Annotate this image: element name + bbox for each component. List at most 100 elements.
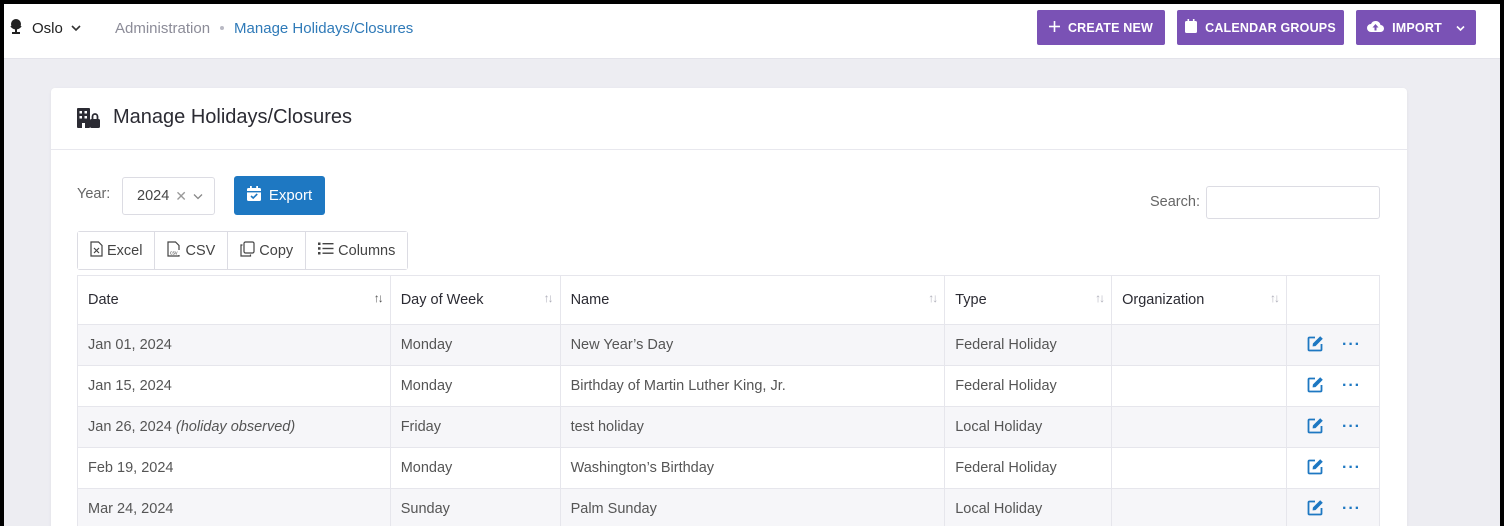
year-value: 2024 (137, 188, 170, 204)
create-new-label: CREATE NEW (1067, 20, 1154, 35)
breadcrumb-administration[interactable]: Administration (115, 20, 210, 37)
cell-type: Federal Holiday (944, 365, 1113, 407)
more-horizontal-icon[interactable]: ··· (1342, 377, 1361, 395)
table-header-row: Date ↑↓ Day of Week ↑↓ Name ↑↓ Type ↑↓ Organ… (77, 275, 1380, 325)
column-header-organization[interactable]: Organization ↑↓ (1111, 275, 1287, 325)
table-toolbar: Excel csv CSV Copy Columns (77, 231, 409, 270)
csv-button[interactable]: csv CSV (155, 232, 229, 269)
edit-icon[interactable] (1307, 417, 1324, 438)
chevron-down-icon (1456, 21, 1465, 35)
date-note: (holiday observed) (175, 419, 296, 435)
date-text: Jan 26, 2024 (88, 419, 172, 435)
column-header-label: Date (88, 292, 119, 308)
chevron-down-icon (71, 19, 81, 37)
edit-icon[interactable] (1307, 499, 1324, 520)
cell-actions: ··· (1286, 365, 1380, 407)
breadcrumb-current[interactable]: Manage Holidays/Closures (234, 20, 413, 37)
cell-organization (1111, 406, 1287, 448)
more-horizontal-icon[interactable]: ··· (1342, 336, 1361, 354)
sort-icon: ↑↓ (373, 291, 384, 305)
cell-day: Monday (389, 324, 561, 366)
sort-icon: ↑↓ (928, 291, 938, 305)
export-label: Export (268, 187, 313, 204)
csv-label: CSV (185, 242, 216, 259)
column-header-label: Organization (1122, 292, 1205, 308)
column-header-name[interactable]: Name ↑↓ (559, 275, 946, 325)
sort-icon: ↑↓ (1270, 291, 1280, 305)
date-text: Jan 01, 2024 (88, 337, 172, 353)
sort-icon: ↑↓ (543, 291, 554, 305)
cell-type: Local Holiday (944, 488, 1113, 526)
excel-button[interactable]: Excel (78, 232, 156, 269)
cell-name: Washington’s Birthday (559, 447, 946, 489)
excel-label: Excel (107, 242, 143, 259)
globe-stand-icon (8, 17, 24, 40)
column-header-label: Type (955, 292, 987, 308)
export-button[interactable]: Export (234, 176, 325, 215)
create-new-button[interactable]: CREATE NEW (1037, 10, 1165, 45)
column-header-label: Name (570, 292, 610, 308)
more-horizontal-icon[interactable]: ··· (1342, 418, 1361, 436)
cell-date: Jan 15, 2024 (77, 365, 391, 407)
more-horizontal-icon[interactable]: ··· (1342, 459, 1361, 477)
cell-actions: ··· (1286, 447, 1380, 489)
cell-actions: ··· (1286, 406, 1380, 448)
calendar-groups-button[interactable]: CALENDAR GROUPS (1177, 10, 1344, 45)
cell-name: Palm Sunday (559, 488, 946, 526)
column-header-type[interactable]: Type ↑↓ (944, 275, 1113, 325)
import-button[interactable]: IMPORT (1356, 10, 1476, 45)
table-row[interactable]: Mar 24, 2024 Sunday Palm Sunday Local Holid… (77, 488, 1380, 526)
edit-icon[interactable] (1307, 376, 1324, 397)
copy-button[interactable]: Copy (228, 232, 307, 269)
calendar-groups-label: CALENDAR GROUPS (1205, 20, 1336, 35)
edit-icon[interactable] (1307, 458, 1324, 479)
file-csv-icon: csv (167, 240, 181, 261)
file-excel-icon (90, 240, 103, 261)
edit-icon[interactable] (1307, 335, 1324, 356)
column-header-day[interactable]: Day of Week ↑↓ (389, 275, 561, 325)
cell-date: Jan 26, 2024 (holiday observed) (77, 406, 391, 448)
cloud-upload-icon (1367, 20, 1385, 35)
date-text: Feb 19, 2024 (88, 460, 174, 476)
building-lock-icon (77, 108, 100, 133)
table-row[interactable]: Jan 15, 2024 Monday Birthday of Martin Lut… (77, 365, 1380, 407)
org-name: Oslo (32, 19, 63, 37)
cell-type: Federal Holiday (944, 447, 1113, 489)
cell-day: Monday (389, 447, 561, 489)
cell-type: Local Holiday (944, 406, 1113, 448)
cell-date: Jan 01, 2024 (77, 324, 391, 366)
year-select[interactable]: 2024 ✕ (122, 177, 215, 215)
search-input[interactable] (1206, 186, 1380, 219)
cell-name: Birthday of Martin Luther King, Jr. (559, 365, 946, 407)
holidays-table: Date ↑↓ Day of Week ↑↓ Name ↑↓ Type ↑↓ Organ… (77, 275, 1380, 526)
cell-date: Mar 24, 2024 (77, 488, 391, 526)
cell-day: Sunday (389, 488, 561, 526)
date-text: Jan 15, 2024 (88, 378, 172, 394)
cell-name: test holiday (559, 406, 946, 448)
card-header: Manage Holidays/Closures (51, 88, 1407, 150)
table-body: Jan 01, 2024 Monday New Year’s Day Federal … (77, 324, 1380, 526)
columns-label: Columns (338, 242, 396, 259)
org-switcher[interactable]: Oslo (8, 18, 81, 38)
sort-icon: ↑↓ (1095, 291, 1105, 305)
column-header-date[interactable]: Date ↑↓ (77, 275, 391, 325)
columns-button[interactable]: Columns (306, 232, 408, 269)
more-horizontal-icon[interactable]: ··· (1342, 500, 1361, 518)
date-text: Mar 24, 2024 (88, 501, 174, 517)
cell-organization (1111, 365, 1287, 407)
cell-organization (1111, 488, 1287, 526)
table-row[interactable]: Feb 19, 2024 Monday Washington’s Birthday F… (77, 447, 1380, 489)
app-frame: Oslo Administration Manage Holidays/Clos… (4, 4, 1500, 526)
clear-icon[interactable]: ✕ (175, 188, 187, 205)
cell-day: Monday (389, 365, 561, 407)
table-row[interactable]: Jan 26, 2024 (holiday observed) Friday tes… (77, 406, 1380, 448)
table-row[interactable]: Jan 01, 2024 Monday New Year’s Day Federal … (77, 324, 1380, 366)
cell-actions: ··· (1286, 324, 1380, 366)
year-label: Year: (77, 186, 111, 202)
holidays-card: Manage Holidays/Closures Year: 2024 ✕ Ex… (51, 88, 1407, 526)
cell-organization (1111, 447, 1287, 489)
breadcrumb: Administration Manage Holidays/Closures (115, 18, 413, 38)
calendar-icon (1185, 19, 1198, 36)
plus-icon (1048, 20, 1060, 35)
cell-date: Feb 19, 2024 (77, 447, 391, 489)
